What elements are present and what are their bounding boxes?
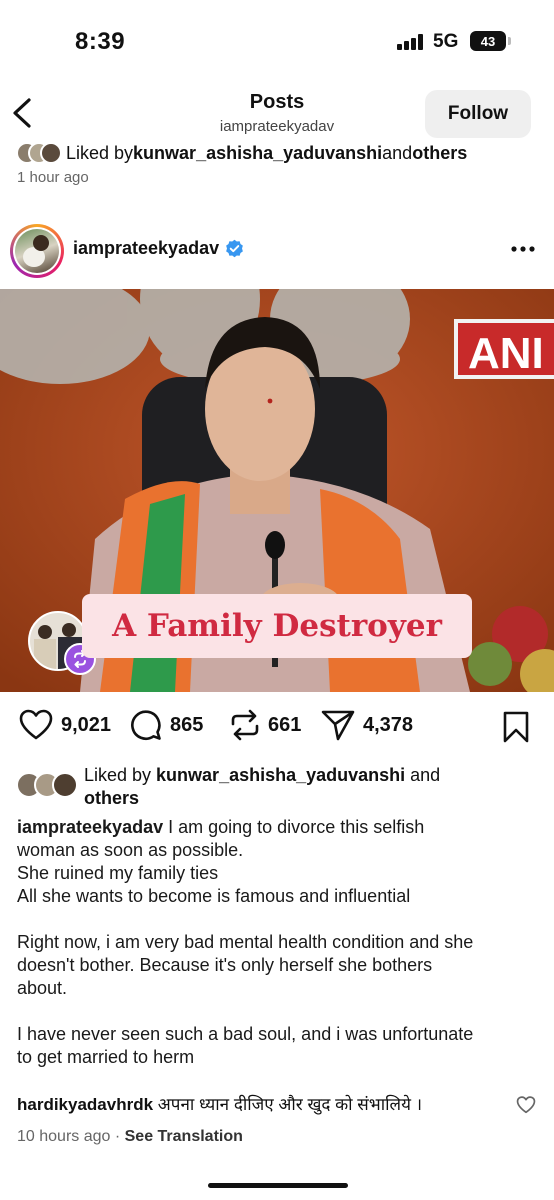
like-action[interactable]: 9,021 bbox=[19, 709, 111, 741]
network-type: 5G bbox=[433, 31, 459, 52]
caption-line: to get married to herm bbox=[17, 1047, 195, 1067]
share-count: 4,378 bbox=[363, 713, 414, 736]
previous-post-time: 1 hour ago bbox=[17, 169, 89, 186]
home-indicator[interactable] bbox=[208, 1183, 348, 1188]
caption-line: I am going to divorce this selfish bbox=[168, 817, 425, 837]
previous-post-likes[interactable]: Liked by kunwar_ashisha_yaduvanshi and o… bbox=[16, 140, 467, 166]
liked-by[interactable]: Liked by kunwar_ashisha_yaduvanshi and o… bbox=[16, 764, 536, 810]
post-header: iamprateekyadav bbox=[0, 221, 554, 279]
share-icon[interactable] bbox=[321, 709, 355, 741]
repost-icon[interactable] bbox=[230, 709, 260, 741]
share-action[interactable]: 4,378 bbox=[321, 709, 413, 741]
caption-line: She ruined my family ties bbox=[17, 863, 219, 883]
status-bar: 8:39 5G 43 bbox=[0, 0, 554, 80]
nav-header: Posts iamprateekyadav Follow bbox=[0, 80, 554, 146]
repost-action[interactable]: 661 bbox=[230, 709, 301, 741]
heart-icon[interactable] bbox=[19, 709, 53, 741]
caption-line: Right now, i am very bad mental health c… bbox=[17, 932, 474, 952]
comment-count: 865 bbox=[170, 713, 204, 736]
post-caption: iamprateekyadav I am going to divorce th… bbox=[17, 816, 541, 1069]
liked-and: and bbox=[405, 765, 441, 785]
caption-blank bbox=[17, 1000, 541, 1023]
overlay-caption: A Family Destroyer bbox=[82, 594, 472, 658]
comment-heart-icon[interactable] bbox=[516, 1096, 536, 1114]
comment-meta: 10 hours ago · See Translation bbox=[17, 1128, 243, 1146]
like-count: 9,021 bbox=[61, 713, 112, 736]
comment: hardikyadavhrdk अपना ध्यान दीजिए और खुद … bbox=[17, 1094, 537, 1116]
liked-user[interactable]: kunwar_ashisha_yaduvanshi bbox=[156, 765, 405, 785]
post-actions: 9,021 865 661 4,378 bbox=[0, 703, 554, 749]
liked-user[interactable]: kunwar_ashisha_yaduvanshi bbox=[133, 143, 382, 164]
see-translation-link[interactable]: See Translation bbox=[125, 1128, 243, 1145]
meta-separator: · bbox=[110, 1128, 125, 1145]
caption-line: All she wants to become is famous and in… bbox=[17, 886, 411, 906]
liker-avatars bbox=[16, 772, 82, 798]
post-username[interactable]: iamprateekyadav bbox=[73, 238, 244, 259]
verified-icon bbox=[226, 239, 243, 258]
avatar bbox=[15, 229, 59, 273]
follow-button[interactable]: Follow bbox=[425, 90, 531, 138]
channel-tag: ANI bbox=[468, 329, 544, 378]
caption-line: I have never seen such a bad soul, and i… bbox=[17, 1024, 474, 1044]
comment-username[interactable]: hardikyadavhrdk bbox=[17, 1095, 153, 1114]
caption-line: doesn't bother. Because it's only hersel… bbox=[17, 955, 433, 975]
bookmark-icon[interactable] bbox=[503, 711, 529, 743]
battery-icon: 43 bbox=[470, 31, 511, 51]
comment-icon[interactable] bbox=[130, 709, 162, 741]
liked-and: and bbox=[382, 142, 413, 163]
caption-username[interactable]: iamprateekyadav bbox=[17, 817, 163, 837]
liked-others[interactable]: others bbox=[412, 143, 467, 164]
post-media[interactable]: ANI A Family Destroyer bbox=[0, 289, 554, 692]
signal-icon bbox=[397, 34, 427, 50]
status-time: 8:39 bbox=[75, 28, 126, 55]
story-ring[interactable] bbox=[10, 224, 64, 278]
more-icon[interactable] bbox=[510, 245, 536, 253]
liked-prefix: Liked by bbox=[66, 142, 134, 163]
comment-action[interactable]: 865 bbox=[130, 709, 203, 741]
comment-time: 10 hours ago bbox=[17, 1128, 111, 1145]
comment-text: अपना ध्यान दीजिए और खुद को संभालिये । bbox=[157, 1095, 423, 1114]
liker-avatars bbox=[16, 142, 64, 164]
caption-blank bbox=[17, 908, 541, 931]
liked-prefix: Liked by bbox=[84, 765, 157, 785]
caption-line: about. bbox=[17, 978, 68, 998]
caption-line: woman as soon as possible. bbox=[17, 840, 244, 860]
repost-count: 661 bbox=[268, 713, 302, 736]
liked-others[interactable]: others bbox=[84, 788, 139, 808]
